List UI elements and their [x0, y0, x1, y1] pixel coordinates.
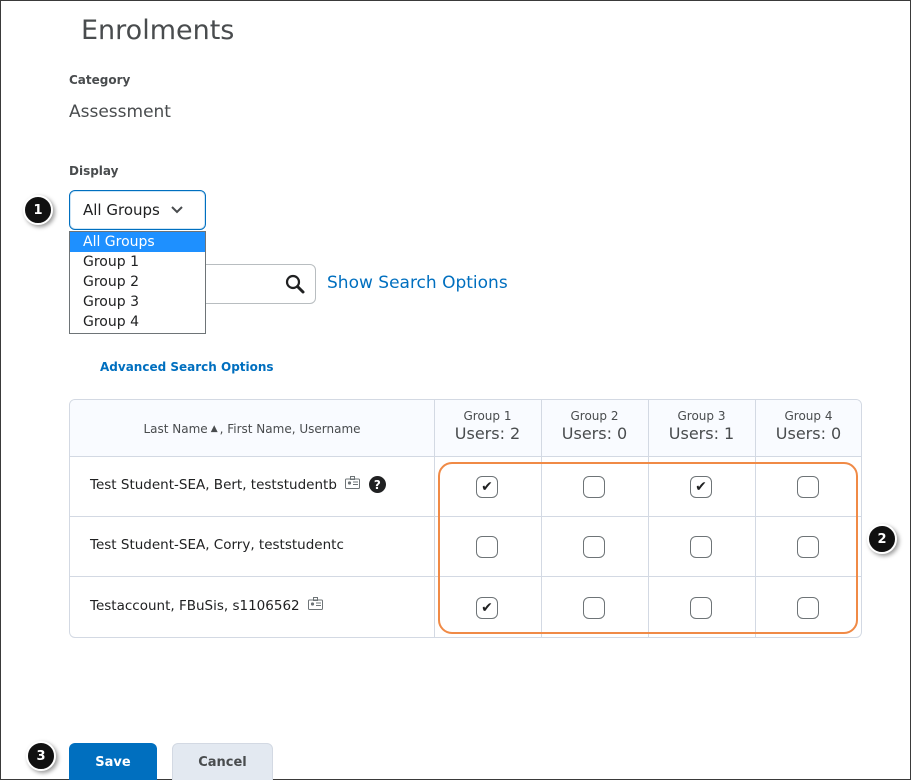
group-4-header: Group 4 Users: 0 [755, 409, 861, 443]
group-name: Group 3 [677, 409, 726, 423]
group-users-count: Users: 0 [775, 424, 842, 443]
group-1-header: Group 1 Users: 2 [434, 409, 541, 443]
enrolment-checkbox-row3-group1[interactable] [476, 597, 498, 619]
enrolments-table: Last Name ▲ , First Name, Username Group… [69, 399, 862, 638]
column-divider [648, 400, 649, 637]
search-icon[interactable] [284, 273, 306, 295]
enrolment-checkbox-row3-group2[interactable] [583, 597, 605, 619]
chevron-down-icon [171, 203, 183, 217]
callout-badge-2: 2 [867, 524, 897, 554]
display-option-group-4[interactable]: Group 4 [70, 312, 205, 332]
display-option-group-1[interactable]: Group 1 [70, 252, 205, 272]
callout-badge-3: 3 [26, 741, 56, 771]
cancel-button[interactable]: Cancel [172, 743, 273, 780]
column-divider [541, 400, 542, 637]
group-users-count: Users: 2 [454, 424, 521, 443]
last-name-sort-label[interactable]: Last Name [143, 422, 207, 436]
enrolment-checkbox-row1-group2[interactable] [583, 476, 605, 498]
enrolment-checkbox-row2-group1[interactable] [476, 536, 498, 558]
display-label: Display [69, 164, 119, 178]
sort-ascending-icon: ▲ [210, 423, 218, 434]
name-column-header[interactable]: Last Name ▲ , First Name, Username [70, 400, 434, 457]
display-option-group-2[interactable]: Group 2 [70, 272, 205, 292]
user-name-cell: Test Student-SEA, Corry, teststudentc [90, 537, 344, 553]
user-name: Test Student-SEA, Corry, teststudentc [90, 537, 344, 553]
enrolment-checkbox-row3-group4[interactable] [797, 597, 819, 619]
display-option-group-3[interactable]: Group 3 [70, 292, 205, 312]
name-header-rest: , First Name, Username [219, 421, 361, 436]
enrolment-checkbox-row2-group3[interactable] [690, 536, 712, 558]
category-value: Assessment [69, 102, 171, 122]
enrolment-checkbox-row2-group2[interactable] [583, 536, 605, 558]
enrolment-checkbox-row3-group3[interactable] [690, 597, 712, 619]
category-label: Category [69, 73, 131, 87]
help-icon[interactable]: ? [368, 476, 386, 493]
id-card-icon [307, 597, 323, 614]
user-name: Test Student-SEA, Bert, teststudentb [90, 476, 337, 493]
group-name: Group 4 [784, 409, 833, 423]
enrolment-checkbox-row1-group4[interactable] [797, 476, 819, 498]
group-users-count: Users: 0 [561, 424, 628, 443]
table-row: Testaccount, FBuSis, s1106562 [70, 577, 861, 637]
group-name: Group 2 [570, 409, 619, 423]
column-divider [755, 400, 756, 637]
table-row: Test Student-SEA, Corry, teststudentc [70, 517, 861, 577]
table-header-row: Last Name ▲ , First Name, Username Group… [70, 400, 861, 457]
group-3-header: Group 3 Users: 1 [648, 409, 755, 443]
display-selected-value: All Groups [83, 201, 160, 219]
user-name-cell: Testaccount, FBuSis, s1106562 [90, 597, 323, 614]
table-row: Test Student-SEA, Bert, teststudentb ? [70, 457, 861, 517]
enrolment-checkbox-row1-group1[interactable] [476, 476, 498, 498]
display-option-all-groups[interactable]: All Groups [70, 232, 205, 252]
display-options-list: All Groups Group 1 Group 2 Group 3 Group… [69, 231, 206, 334]
page-frame: Enrolments Category Assessment Display A… [0, 0, 911, 780]
page-title: Enrolments [81, 15, 235, 46]
enrolment-checkbox-row2-group4[interactable] [797, 536, 819, 558]
enrolment-checkbox-row1-group3[interactable] [690, 476, 712, 498]
group-2-header: Group 2 Users: 0 [541, 409, 648, 443]
group-name: Group 1 [463, 409, 512, 423]
user-name: Testaccount, FBuSis, s1106562 [90, 597, 300, 614]
user-name-cell: Test Student-SEA, Bert, teststudentb ? [90, 476, 386, 493]
column-divider [434, 400, 435, 637]
group-users-count: Users: 1 [668, 424, 735, 443]
display-select[interactable]: All Groups [69, 190, 206, 230]
save-button[interactable]: Save [69, 743, 157, 780]
show-search-options-link[interactable]: Show Search Options [327, 273, 508, 293]
id-card-icon [344, 476, 360, 493]
advanced-search-options-link[interactable]: Advanced Search Options [100, 360, 274, 374]
callout-badge-1: 1 [23, 195, 53, 225]
